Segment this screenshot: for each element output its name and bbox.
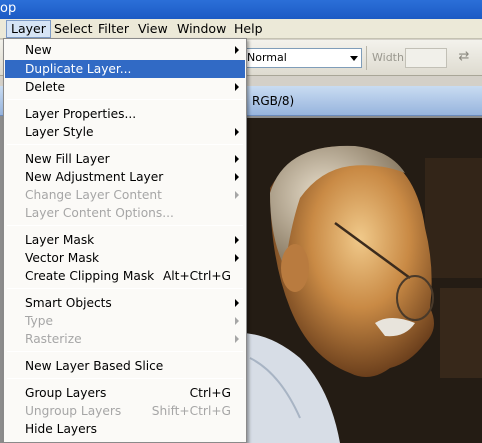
chevron-down-icon [350, 56, 358, 61]
submenu-arrow-icon [235, 191, 239, 199]
menu-separator [7, 99, 243, 100]
menu-separator [7, 288, 243, 289]
swap-icon[interactable]: ⇄ [456, 49, 472, 65]
menu-item-label: Layer Style [25, 125, 94, 139]
menu-item-duplicate-layer[interactable]: Duplicate Layer... [5, 60, 245, 78]
submenu-arrow-icon [235, 254, 239, 262]
menu-item-label: Layer Mask [25, 233, 95, 247]
menu-item-delete[interactable]: Delete [5, 78, 245, 96]
menu-item-layer-properties[interactable]: Layer Properties... [5, 105, 245, 123]
menu-item-shortcut: Alt+Ctrl+G [162, 269, 231, 283]
menu-item-layer-content-options[interactable]: Layer Content Options... [5, 204, 245, 222]
menu-separator [7, 144, 243, 145]
menu-item-label: Type [25, 314, 53, 328]
portrait-photo [240, 118, 482, 443]
layer-menu-dropdown: New Duplicate Layer... Delete Layer Prop… [3, 38, 247, 443]
app-title: op [0, 1, 17, 16]
width-label: Width: [372, 51, 408, 64]
menu-window[interactable]: Window [173, 21, 230, 37]
menu-item-new-layer-based-slice[interactable]: New Layer Based Slice [5, 357, 245, 375]
menu-item-label: Group Layers [25, 386, 107, 400]
menu-item-label: New Adjustment Layer [25, 170, 164, 184]
menu-item-group-layers[interactable]: Group Layers Ctrl+G [5, 384, 245, 402]
submenu-arrow-icon [235, 236, 239, 244]
menu-item-label: Layer Properties... [25, 107, 137, 121]
submenu-arrow-icon [235, 335, 239, 343]
menu-item-label: New Layer Based Slice [25, 359, 164, 373]
menu-help[interactable]: Help [230, 21, 267, 37]
toolbar-divider [366, 46, 367, 70]
menu-item-label: Layer Content Options... [25, 206, 174, 220]
menu-item-rasterize[interactable]: Rasterize [5, 330, 245, 348]
menu-item-label: New Fill Layer [25, 152, 110, 166]
menu-item-label: Change Layer Content [25, 188, 162, 202]
menu-separator [7, 225, 243, 226]
menu-item-layer-mask[interactable]: Layer Mask [5, 231, 245, 249]
submenu-arrow-icon [235, 128, 239, 136]
menu-item-change-layer-content[interactable]: Change Layer Content [5, 186, 245, 204]
menu-select[interactable]: Select [50, 21, 97, 37]
submenu-arrow-icon [235, 317, 239, 325]
menu-item-label: Rasterize [25, 332, 82, 346]
menu-item-layer-style[interactable]: Layer Style [5, 123, 245, 141]
menu-item-label: Smart Objects [25, 296, 112, 310]
image-canvas[interactable] [240, 118, 482, 443]
menu-item-label: Create Clipping Mask [25, 269, 155, 283]
blend-mode-value: Normal [247, 51, 287, 64]
submenu-arrow-icon [235, 299, 239, 307]
menu-item-shortcut: Ctrl+G [189, 386, 231, 400]
menu-separator [7, 351, 243, 352]
app-title-bar: op [0, 0, 482, 19]
submenu-arrow-icon [235, 173, 239, 181]
menu-item-type[interactable]: Type [5, 312, 245, 330]
menu-view[interactable]: View [134, 21, 172, 37]
menu-layer[interactable]: Layer [6, 20, 51, 38]
submenu-arrow-icon [235, 83, 239, 91]
submenu-arrow-icon [235, 46, 239, 54]
menu-item-new-adjustment-layer[interactable]: New Adjustment Layer [5, 168, 245, 186]
menu-item-label: Delete [25, 80, 66, 94]
menu-item-vector-mask[interactable]: Vector Mask [5, 249, 245, 267]
menu-item-smart-objects[interactable]: Smart Objects [5, 294, 245, 312]
blend-mode-select[interactable]: Normal [240, 48, 362, 68]
menu-item-label: New [25, 43, 52, 57]
menu-bar: Layer Select Filter View Window Help [0, 19, 482, 39]
document-title: RGB/8) [252, 94, 295, 108]
menu-item-label: Vector Mask [25, 251, 100, 265]
submenu-arrow-icon [235, 155, 239, 163]
menu-item-create-clipping-mask[interactable]: Create Clipping Mask Alt+Ctrl+G [5, 267, 245, 285]
menu-item-ungroup-layers[interactable]: Ungroup Layers Shift+Ctrl+G [5, 402, 245, 420]
menu-item-shortcut: Shift+Ctrl+G [151, 404, 231, 418]
menu-item-new[interactable]: New [5, 41, 245, 59]
menu-item-label: Duplicate Layer... [25, 62, 132, 76]
menu-item-label: Ungroup Layers [25, 404, 122, 418]
menu-separator [7, 378, 243, 379]
menu-filter[interactable]: Filter [94, 21, 133, 37]
menu-item-new-fill-layer[interactable]: New Fill Layer [5, 150, 245, 168]
menu-item-label: Hide Layers [25, 422, 97, 436]
menu-item-hide-layers[interactable]: Hide Layers [5, 420, 245, 438]
width-field[interactable] [405, 48, 447, 68]
